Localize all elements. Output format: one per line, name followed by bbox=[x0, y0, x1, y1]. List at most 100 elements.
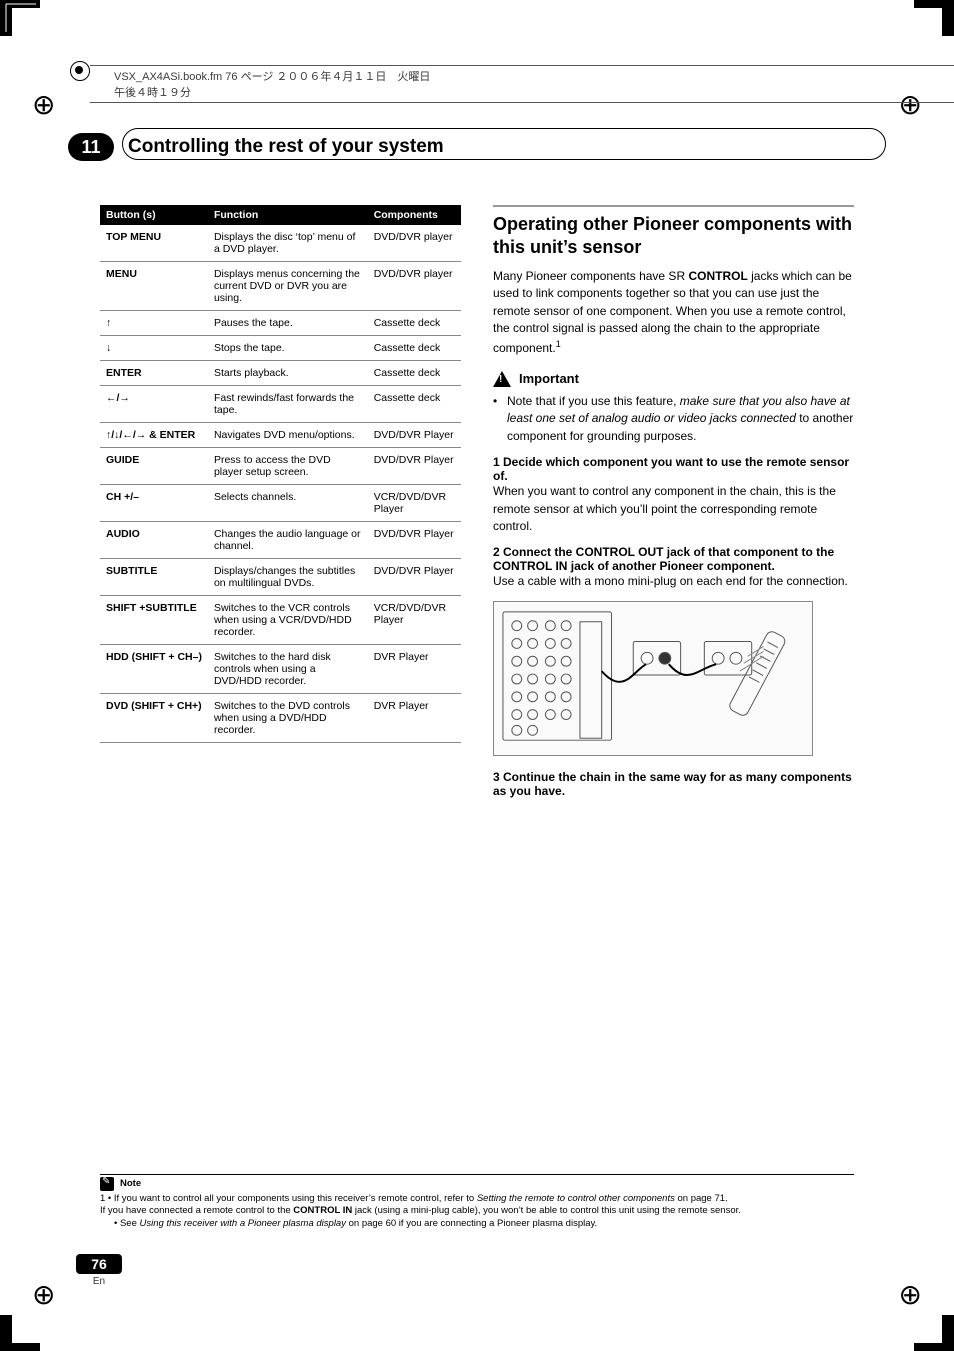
note-line1: 1 • If you want to control all your comp… bbox=[100, 1193, 854, 1206]
cell-function: Displays the disc ‘top’ menu of a DVD pl… bbox=[208, 225, 368, 262]
cell-button: HDD (SHIFT + CH–) bbox=[100, 645, 208, 694]
note-label: Note bbox=[120, 1178, 141, 1189]
th-components: Components bbox=[368, 205, 461, 225]
note-line3: • See Using this receiver with a Pioneer… bbox=[100, 1218, 854, 1231]
cell-function: Fast rewinds/fast forwards the tape. bbox=[208, 386, 368, 423]
diagram-svg bbox=[494, 602, 812, 755]
intro-bold: CONTROL bbox=[688, 269, 747, 283]
cell-function: Pauses the tape. bbox=[208, 311, 368, 336]
corner-gauge-br-icon bbox=[914, 1315, 954, 1351]
intro-a: Many Pioneer components have SR bbox=[493, 269, 688, 283]
cell-components: DVD/DVR Player bbox=[368, 559, 461, 596]
n2a: If you have connected a remote control t… bbox=[100, 1205, 293, 1216]
cell-function: Stops the tape. bbox=[208, 336, 368, 361]
cell-components: Cassette deck bbox=[368, 361, 461, 386]
register-cross-bl-icon: ⊕ bbox=[32, 1278, 55, 1311]
table-row: DVD (SHIFT + CH+)Switches to the DVD con… bbox=[100, 694, 461, 743]
cell-function: Navigates DVD menu/options. bbox=[208, 423, 368, 448]
imp-a: Note that if you use this feature, bbox=[507, 394, 680, 408]
intro-paragraph: Many Pioneer components have SR CONTROL … bbox=[493, 268, 854, 357]
important-bullet: Note that if you use this feature, make … bbox=[507, 393, 854, 445]
connection-diagram bbox=[493, 601, 813, 756]
cell-button: CH +/– bbox=[100, 485, 208, 522]
table-row: CH +/–Selects channels.VCR/DVD/DVR Playe… bbox=[100, 485, 461, 522]
cell-button: ENTER bbox=[100, 361, 208, 386]
corner-gauge-tl-icon bbox=[0, 0, 40, 36]
table-row: SHIFT +SUBTITLESwitches to the VCR contr… bbox=[100, 596, 461, 645]
cell-button: ↑ bbox=[100, 311, 208, 336]
n3i: Using this receiver with a Pioneer plasm… bbox=[140, 1218, 346, 1229]
register-cross-tl-icon: ⊕ bbox=[32, 88, 55, 121]
step2-head: 2 Connect the CONTROL OUT jack of that c… bbox=[493, 545, 854, 573]
cell-function: Switches to the VCR controls when using … bbox=[208, 596, 368, 645]
n3a: • See bbox=[114, 1218, 140, 1229]
n2b: jack (using a mini-plug cable), you won’… bbox=[352, 1205, 741, 1216]
table-row: ↓Stops the tape.Cassette deck bbox=[100, 336, 461, 361]
table-row: HDD (SHIFT + CH–)Switches to the hard di… bbox=[100, 645, 461, 694]
cell-button: SUBTITLE bbox=[100, 559, 208, 596]
section-heading: Operating other Pioneer components with … bbox=[493, 205, 854, 258]
table-row: ↑Pauses the tape.Cassette deck bbox=[100, 311, 461, 336]
right-column: Operating other Pioneer components with … bbox=[493, 205, 854, 1121]
th-button: Button (s) bbox=[100, 205, 208, 225]
cell-function: Starts playback. bbox=[208, 361, 368, 386]
n2bold: CONTROL IN bbox=[293, 1205, 352, 1216]
cell-function: Displays/changes the subtitles on multil… bbox=[208, 559, 368, 596]
page-number: 76 bbox=[76, 1254, 122, 1274]
cell-function: Displays menus concerning the current DV… bbox=[208, 262, 368, 311]
step1-body: When you want to control any component i… bbox=[493, 483, 854, 535]
chapter-title: Controlling the rest of your system bbox=[128, 136, 444, 158]
table-row: SUBTITLEDisplays/changes the subtitles o… bbox=[100, 559, 461, 596]
cell-function: Selects channels. bbox=[208, 485, 368, 522]
cell-components: DVD/DVR player bbox=[368, 225, 461, 262]
cell-button: GUIDE bbox=[100, 448, 208, 485]
important-callout: Important bbox=[493, 371, 854, 387]
note-line2: If you have connected a remote control t… bbox=[100, 1205, 854, 1218]
note-pencil-icon bbox=[100, 1177, 114, 1191]
cell-button: AUDIO bbox=[100, 522, 208, 559]
table-row: ↑/↓/←/→ & ENTERNavigates DVD menu/option… bbox=[100, 423, 461, 448]
table-row: GUIDEPress to access the DVD player setu… bbox=[100, 448, 461, 485]
cell-components: DVD/DVR Player bbox=[368, 448, 461, 485]
table-row: TOP MENUDisplays the disc ‘top’ menu of … bbox=[100, 225, 461, 262]
cell-button: ↓ bbox=[100, 336, 208, 361]
cell-function: Switches to the DVD controls when using … bbox=[208, 694, 368, 743]
n1b: on page 71. bbox=[675, 1193, 728, 1204]
chapter-number: 11 bbox=[68, 133, 114, 161]
cell-button: ↑/↓/←/→ & ENTER bbox=[100, 423, 208, 448]
cell-components: VCR/DVD/DVR Player bbox=[368, 596, 461, 645]
cell-button: MENU bbox=[100, 262, 208, 311]
cell-components: DVD/DVR player bbox=[368, 262, 461, 311]
table-row: ENTERStarts playback.Cassette deck bbox=[100, 361, 461, 386]
table-row: AUDIOChanges the audio language or chann… bbox=[100, 522, 461, 559]
table-row: MENUDisplays menus concerning the curren… bbox=[100, 262, 461, 311]
n1i: Setting the remote to control other comp… bbox=[477, 1193, 675, 1204]
cell-components: Cassette deck bbox=[368, 386, 461, 423]
cell-button: TOP MENU bbox=[100, 225, 208, 262]
cell-function: Changes the audio language or channel. bbox=[208, 522, 368, 559]
n3b: on page 60 if you are connecting a Pione… bbox=[346, 1218, 597, 1229]
step1-head: 1 Decide which component you want to use… bbox=[493, 455, 854, 483]
cell-components: Cassette deck bbox=[368, 336, 461, 361]
register-cross-br-icon: ⊕ bbox=[899, 1278, 922, 1311]
n1a: 1 • If you want to control all your comp… bbox=[100, 1193, 477, 1204]
cell-components: DVR Player bbox=[368, 694, 461, 743]
left-column: Button (s) Function Components TOP MENUD… bbox=[100, 205, 461, 1121]
cell-components: DVD/DVR Player bbox=[368, 423, 461, 448]
page-number-block: 76 En bbox=[76, 1254, 122, 1287]
table-row: ←/→Fast rewinds/fast forwards the tape.C… bbox=[100, 386, 461, 423]
buttons-table: Button (s) Function Components TOP MENUD… bbox=[100, 205, 461, 743]
step2-body: Use a cable with a mono mini-plug on eac… bbox=[493, 573, 854, 590]
running-header: VSX_AX4ASi.book.fm 76 ページ ２００６年４月１１日 火曜日… bbox=[90, 65, 954, 103]
step3-head: 3 Continue the chain in the same way for… bbox=[493, 770, 854, 798]
cell-components: VCR/DVD/DVR Player bbox=[368, 485, 461, 522]
cell-function: Press to access the DVD player setup scr… bbox=[208, 448, 368, 485]
cell-components: DVD/DVR Player bbox=[368, 522, 461, 559]
cell-button: ←/→ bbox=[100, 386, 208, 423]
footnote-block: Note 1 • If you want to control all your… bbox=[100, 1174, 854, 1231]
cell-components: DVR Player bbox=[368, 645, 461, 694]
th-function: Function bbox=[208, 205, 368, 225]
cell-button: SHIFT +SUBTITLE bbox=[100, 596, 208, 645]
corner-gauge-tr-icon bbox=[914, 0, 954, 36]
important-label: Important bbox=[519, 371, 579, 386]
